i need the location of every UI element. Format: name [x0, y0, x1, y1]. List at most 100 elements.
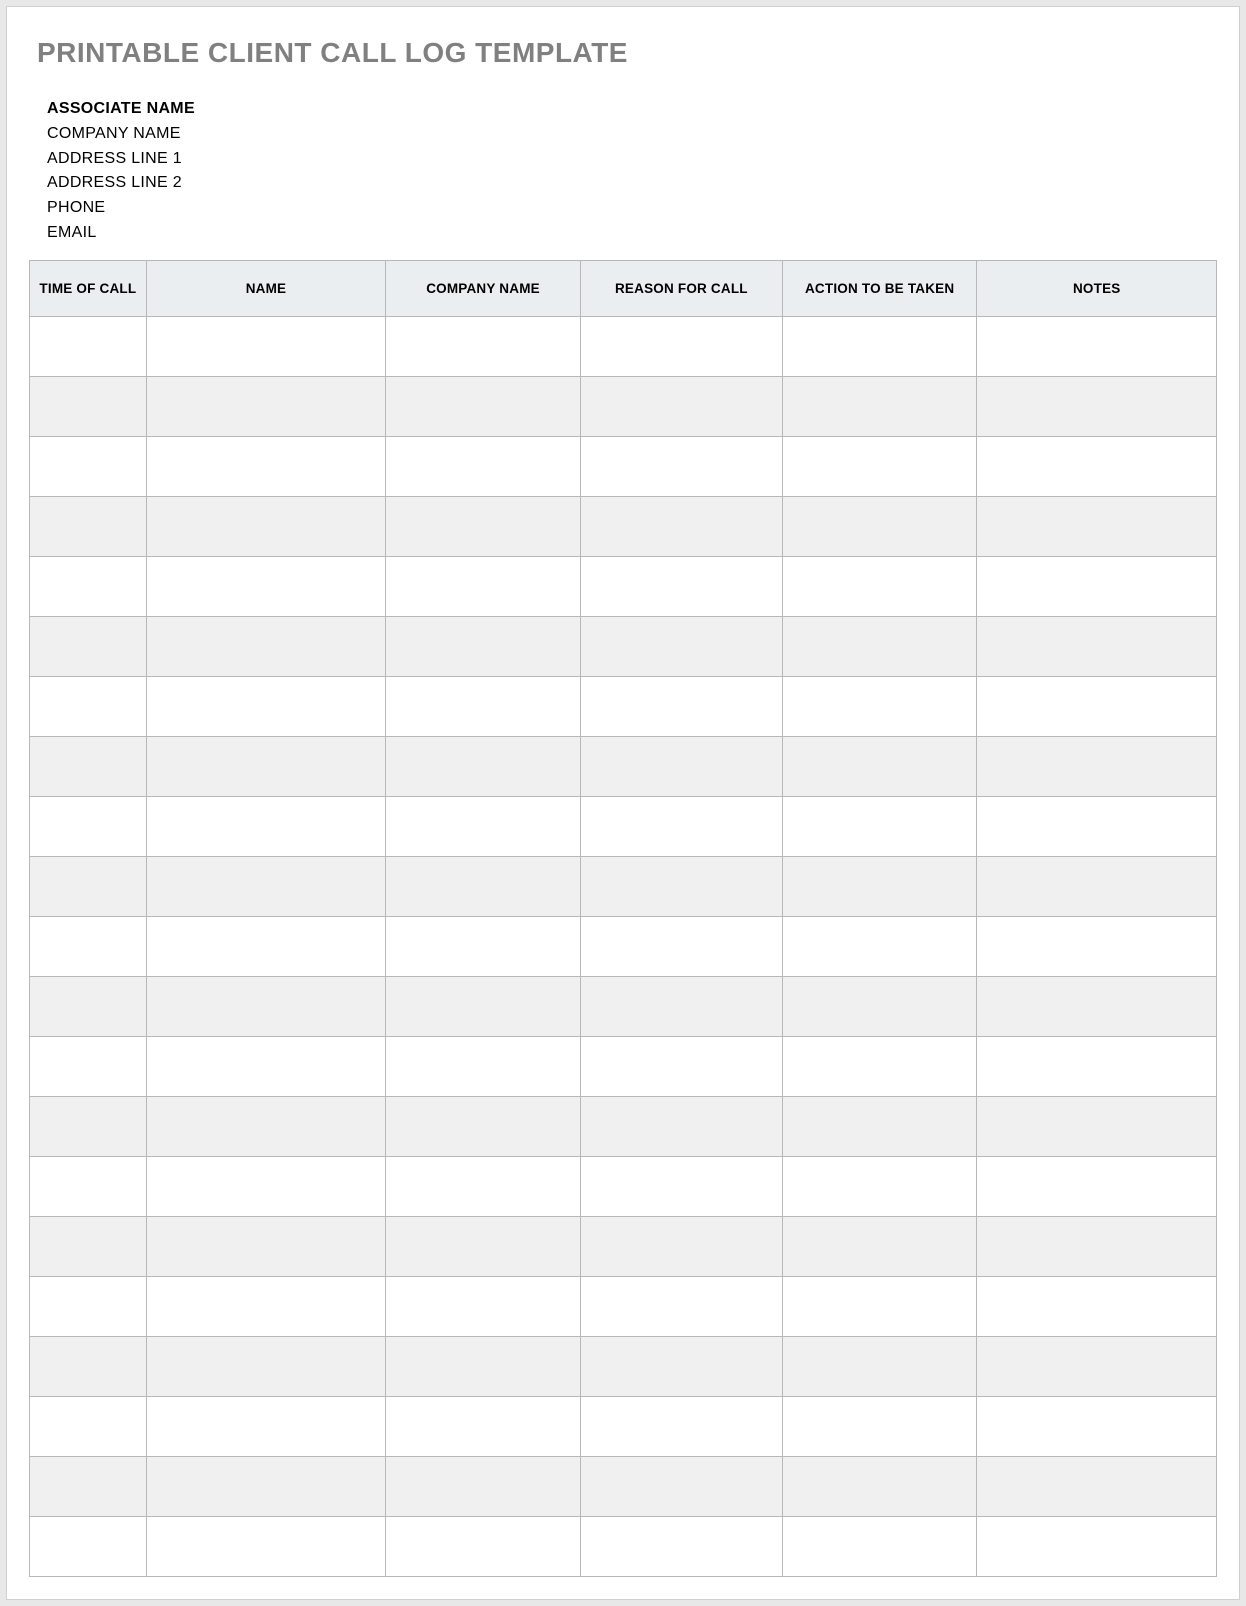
cell-notes[interactable] [977, 1396, 1217, 1456]
cell-notes[interactable] [977, 316, 1217, 376]
cell-company[interactable] [386, 1456, 581, 1516]
cell-notes[interactable] [977, 1216, 1217, 1276]
cell-company[interactable] [386, 976, 581, 1036]
cell-name[interactable] [146, 796, 385, 856]
cell-name[interactable] [146, 736, 385, 796]
cell-action[interactable] [782, 1336, 977, 1396]
cell-company[interactable] [386, 1276, 581, 1336]
cell-time[interactable] [30, 736, 147, 796]
cell-name[interactable] [146, 856, 385, 916]
cell-notes[interactable] [977, 1516, 1217, 1576]
cell-reason[interactable] [580, 1396, 782, 1456]
cell-time[interactable] [30, 1216, 147, 1276]
cell-action[interactable] [782, 916, 977, 976]
cell-reason[interactable] [580, 1156, 782, 1216]
cell-notes[interactable] [977, 616, 1217, 676]
cell-name[interactable] [146, 1216, 385, 1276]
cell-company[interactable] [386, 676, 581, 736]
cell-time[interactable] [30, 1396, 147, 1456]
cell-reason[interactable] [580, 556, 782, 616]
cell-company[interactable] [386, 856, 581, 916]
cell-name[interactable] [146, 1396, 385, 1456]
cell-notes[interactable] [977, 1276, 1217, 1336]
cell-company[interactable] [386, 796, 581, 856]
cell-time[interactable] [30, 556, 147, 616]
cell-name[interactable] [146, 916, 385, 976]
cell-reason[interactable] [580, 496, 782, 556]
cell-reason[interactable] [580, 1276, 782, 1336]
cell-notes[interactable] [977, 856, 1217, 916]
cell-notes[interactable] [977, 556, 1217, 616]
cell-time[interactable] [30, 316, 147, 376]
cell-notes[interactable] [977, 916, 1217, 976]
cell-company[interactable] [386, 616, 581, 676]
cell-reason[interactable] [580, 976, 782, 1036]
cell-company[interactable] [386, 1516, 581, 1576]
cell-name[interactable] [146, 1516, 385, 1576]
cell-time[interactable] [30, 1456, 147, 1516]
cell-reason[interactable] [580, 1456, 782, 1516]
cell-notes[interactable] [977, 1096, 1217, 1156]
cell-name[interactable] [146, 616, 385, 676]
cell-company[interactable] [386, 556, 581, 616]
cell-time[interactable] [30, 796, 147, 856]
cell-reason[interactable] [580, 916, 782, 976]
cell-action[interactable] [782, 676, 977, 736]
cell-reason[interactable] [580, 376, 782, 436]
cell-time[interactable] [30, 1096, 147, 1156]
cell-name[interactable] [146, 1036, 385, 1096]
cell-time[interactable] [30, 616, 147, 676]
cell-time[interactable] [30, 1276, 147, 1336]
cell-company[interactable] [386, 1036, 581, 1096]
cell-company[interactable] [386, 1156, 581, 1216]
cell-action[interactable] [782, 1396, 977, 1456]
cell-time[interactable] [30, 436, 147, 496]
cell-time[interactable] [30, 676, 147, 736]
cell-action[interactable] [782, 1096, 977, 1156]
cell-notes[interactable] [977, 676, 1217, 736]
cell-notes[interactable] [977, 796, 1217, 856]
cell-company[interactable] [386, 316, 581, 376]
cell-notes[interactable] [977, 1336, 1217, 1396]
cell-reason[interactable] [580, 1216, 782, 1276]
cell-reason[interactable] [580, 1096, 782, 1156]
cell-action[interactable] [782, 1156, 977, 1216]
cell-name[interactable] [146, 976, 385, 1036]
cell-company[interactable] [386, 1216, 581, 1276]
cell-company[interactable] [386, 916, 581, 976]
cell-reason[interactable] [580, 796, 782, 856]
cell-reason[interactable] [580, 1036, 782, 1096]
cell-name[interactable] [146, 316, 385, 376]
cell-notes[interactable] [977, 976, 1217, 1036]
cell-action[interactable] [782, 556, 977, 616]
cell-company[interactable] [386, 736, 581, 796]
cell-action[interactable] [782, 376, 977, 436]
cell-action[interactable] [782, 436, 977, 496]
cell-time[interactable] [30, 916, 147, 976]
cell-action[interactable] [782, 856, 977, 916]
cell-company[interactable] [386, 1336, 581, 1396]
cell-notes[interactable] [977, 1456, 1217, 1516]
cell-reason[interactable] [580, 736, 782, 796]
cell-name[interactable] [146, 1336, 385, 1396]
cell-reason[interactable] [580, 1516, 782, 1576]
cell-time[interactable] [30, 496, 147, 556]
cell-company[interactable] [386, 376, 581, 436]
cell-reason[interactable] [580, 856, 782, 916]
cell-name[interactable] [146, 1456, 385, 1516]
cell-reason[interactable] [580, 1336, 782, 1396]
cell-time[interactable] [30, 1516, 147, 1576]
cell-action[interactable] [782, 1456, 977, 1516]
cell-time[interactable] [30, 856, 147, 916]
cell-action[interactable] [782, 316, 977, 376]
cell-name[interactable] [146, 376, 385, 436]
cell-notes[interactable] [977, 736, 1217, 796]
cell-notes[interactable] [977, 376, 1217, 436]
cell-company[interactable] [386, 496, 581, 556]
cell-action[interactable] [782, 1276, 977, 1336]
cell-action[interactable] [782, 796, 977, 856]
cell-time[interactable] [30, 1336, 147, 1396]
cell-action[interactable] [782, 1516, 977, 1576]
cell-notes[interactable] [977, 496, 1217, 556]
cell-reason[interactable] [580, 676, 782, 736]
